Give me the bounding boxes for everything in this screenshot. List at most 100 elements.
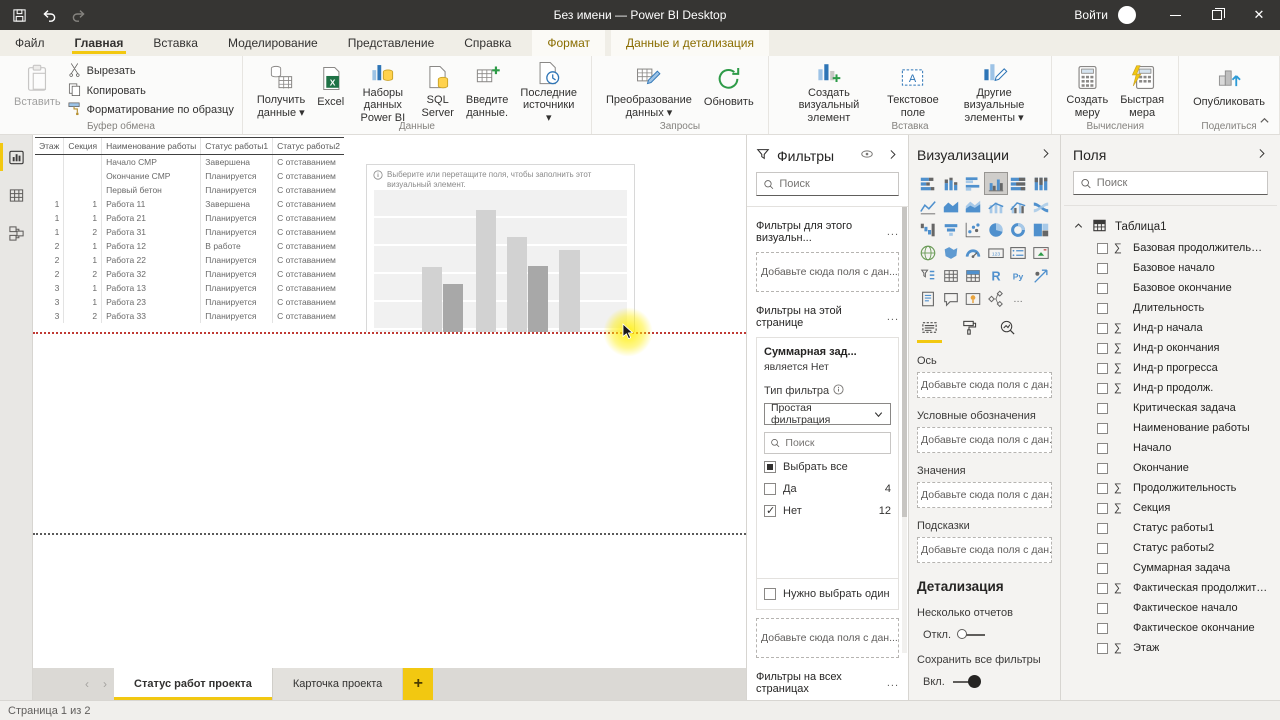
line-and-clustered-column-chart-icon[interactable] — [1007, 196, 1030, 217]
sql-server-button[interactable]: SQL Server — [415, 59, 459, 120]
paste-button[interactable]: Вставить — [8, 59, 67, 120]
checkbox-icon[interactable] — [764, 588, 776, 600]
checkbox-icon[interactable] — [1097, 562, 1108, 574]
checkbox-icon[interactable] — [764, 482, 776, 495]
cross-report-toggle[interactable]: Откл. — [917, 629, 1052, 641]
checkbox-icon[interactable] — [1097, 362, 1108, 374]
new-visual-button[interactable]: Создать визуальный элемент — [777, 59, 881, 124]
page-tab-project-card[interactable]: Карточка проекта — [272, 668, 404, 700]
scatter-chart-icon[interactable] — [962, 219, 985, 240]
stacked-bar-chart-icon[interactable] — [917, 173, 940, 194]
well-dropzone-3[interactable]: Добавьте сюда поля с дан... — [917, 537, 1052, 563]
key-influencers-icon[interactable] — [1030, 265, 1053, 286]
collapse-fields-icon[interactable] — [1255, 147, 1268, 163]
chart-visual-placeholder[interactable]: Выберите или перетащите поля, чтобы запо… — [366, 164, 635, 332]
checkbox-icon[interactable] — [1097, 302, 1108, 314]
ribbon-chart-icon[interactable] — [1030, 196, 1053, 217]
collapse-filters-icon[interactable] — [886, 148, 899, 164]
card-icon[interactable]: 123 — [985, 242, 1008, 263]
stacked-area-chart-icon[interactable] — [962, 196, 985, 217]
require-single-selection[interactable]: Нужно выбрать один элеме — [764, 579, 891, 609]
line-chart-icon[interactable] — [917, 196, 940, 217]
map-icon[interactable] — [917, 242, 940, 263]
filter-card[interactable]: Суммарная зад... является Нет Тип фильтр… — [756, 337, 899, 610]
keep-filters-toggle[interactable]: Вкл. — [917, 675, 1052, 688]
avatar[interactable] — [1118, 6, 1136, 24]
field-item[interactable]: ∑ Инд-р начала — [1073, 318, 1268, 338]
field-item[interactable]: ∑ Базовая продолжительно... — [1073, 238, 1268, 258]
checkbox-icon[interactable] — [1097, 382, 1108, 394]
data-view-button[interactable] — [0, 180, 32, 210]
matrix-icon[interactable] — [962, 265, 985, 286]
field-item[interactable]: ∑ Этаж — [1073, 638, 1268, 658]
checkbox-icon[interactable] — [1097, 422, 1108, 434]
qa-visual-icon[interactable] — [940, 288, 963, 309]
field-item[interactable]: ∑ Продолжительность — [1073, 478, 1268, 498]
analytics-tab-icon[interactable] — [999, 319, 1016, 343]
gauge-icon[interactable] — [962, 242, 985, 263]
ribbon-tab-insert[interactable]: Вставка — [138, 30, 213, 56]
field-item[interactable]: Базовое начало — [1073, 258, 1268, 278]
donut-chart-icon[interactable] — [1007, 219, 1030, 240]
filter-option-нет[interactable]: Нет12 — [764, 501, 891, 520]
table-icon[interactable] — [940, 265, 963, 286]
ribbon-tab-modeling[interactable]: Моделирование — [213, 30, 333, 56]
checkbox-icon[interactable] — [1097, 502, 1108, 514]
checkbox-icon[interactable] — [1097, 642, 1108, 654]
visual-filter-dropzone[interactable]: Добавьте сюда поля с дан... — [756, 252, 899, 292]
chevron-up-icon[interactable] — [1073, 220, 1084, 234]
minimize-button[interactable] — [1154, 0, 1196, 30]
pie-chart-icon[interactable] — [985, 219, 1008, 240]
collapse-visualizations-icon[interactable] — [1039, 147, 1052, 163]
arcgis-map-icon[interactable] — [962, 288, 985, 309]
checkbox-icon[interactable] — [1097, 582, 1108, 594]
cut-button[interactable]: Вырезать — [67, 61, 234, 81]
excel-button[interactable]: X Excel — [311, 59, 350, 120]
field-item[interactable]: Фактическое начало — [1073, 598, 1268, 618]
field-item[interactable]: Фактическое окончание — [1073, 618, 1268, 638]
stacked-column-chart-icon[interactable] — [940, 173, 963, 194]
fields-search-input[interactable] — [1096, 177, 1261, 189]
filter-card-search-input[interactable] — [785, 437, 885, 449]
copy-button[interactable]: Копировать — [67, 81, 234, 101]
ribbon-tab-view[interactable]: Представление — [333, 30, 450, 56]
field-item[interactable]: Наименование работы — [1073, 418, 1268, 438]
restore-button[interactable] — [1196, 0, 1238, 30]
field-item[interactable]: ∑ Инд-р прогресса — [1073, 358, 1268, 378]
report-canvas[interactable]: Этаж Секция Наименование работы Статус рабо… — [33, 135, 746, 668]
checkbox-icon[interactable] — [1097, 602, 1108, 614]
model-view-button[interactable] — [0, 218, 32, 248]
well-dropzone-2[interactable]: Добавьте сюда поля с дан... — [917, 482, 1052, 508]
fields-search[interactable] — [1073, 171, 1268, 195]
field-item[interactable]: ∑ Инд-р продолж. — [1073, 378, 1268, 398]
save-icon[interactable] — [6, 2, 32, 28]
table-node[interactable]: Таблица1 — [1073, 216, 1268, 238]
well-dropzone-1[interactable]: Добавьте сюда поля с дан... — [917, 427, 1052, 453]
field-item[interactable]: Суммарная задача — [1073, 558, 1268, 578]
r-script-visual-icon[interactable]: R — [985, 265, 1008, 286]
checkbox-icon[interactable] — [1097, 322, 1108, 334]
clustered-bar-chart-icon[interactable] — [962, 173, 985, 194]
slicer-icon[interactable] — [917, 265, 940, 286]
new-page-button[interactable]: + — [403, 668, 434, 700]
field-item[interactable]: Статус работы2 — [1073, 538, 1268, 558]
eye-icon[interactable] — [860, 147, 874, 164]
100-stacked-bar-chart-icon[interactable] — [1007, 173, 1030, 194]
ribbon-tab-format[interactable]: Формат — [532, 30, 605, 56]
transform-data-button[interactable]: Преобразование данных ▾ — [600, 59, 698, 120]
text-box-button[interactable]: A Текстовое поле — [881, 59, 945, 120]
checkbox-icon[interactable] — [1097, 622, 1108, 634]
close-button[interactable]: ✕ — [1238, 0, 1280, 30]
field-item[interactable]: ∑ Секция — [1073, 498, 1268, 518]
more-options-icon[interactable]: ... — [887, 226, 899, 238]
multi-row-card-icon[interactable] — [1007, 242, 1030, 263]
checkbox-icon[interactable] — [1097, 462, 1108, 474]
checkbox-icon[interactable] — [1097, 542, 1108, 554]
recent-sources-button[interactable]: Последние источники ▾ — [514, 59, 583, 124]
checkbox-icon[interactable] — [1097, 242, 1108, 254]
ribbon-tab-file[interactable]: Файл — [0, 30, 60, 56]
checkbox-icon[interactable] — [1097, 282, 1108, 294]
filter-card-search[interactable] — [764, 432, 891, 454]
page-filter-dropzone[interactable]: Добавьте сюда поля с дан... — [756, 618, 899, 658]
column-header[interactable]: Этаж — [35, 137, 64, 155]
